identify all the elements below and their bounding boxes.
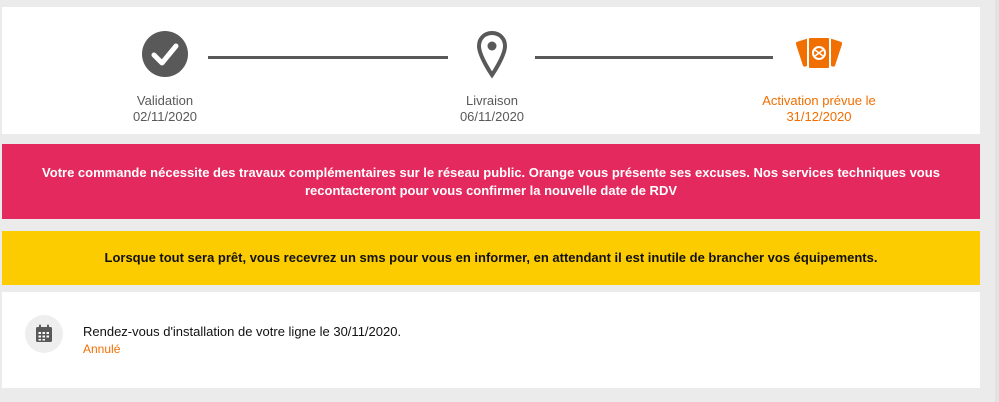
info-alert-banner: Lorsque tout sera prêt, vous recevrez un…	[2, 231, 980, 285]
step-date: 31/12/2020	[786, 109, 852, 124]
step-label: Activation prévue le	[762, 93, 876, 108]
calendar-icon	[25, 315, 63, 353]
appointment-status: Annulé	[83, 342, 121, 356]
appointment-text: Rendez-vous d'installation de votre lign…	[83, 324, 402, 339]
tracker-connector-2	[535, 56, 773, 59]
delay-alert-text: Votre commande nécessite des travaux com…	[42, 164, 940, 198]
step-label: Livraison	[465, 93, 519, 108]
order-tracker: Validation 02/11/2020 Livraison 06/11/20…	[2, 7, 980, 134]
step-date: 02/11/2020	[132, 109, 198, 124]
step-label: Validation	[136, 93, 194, 108]
check-circle-icon	[142, 31, 188, 80]
step-date: 06/11/2020	[459, 109, 525, 124]
map-pin-icon	[476, 30, 508, 82]
activation-cards-icon	[795, 31, 843, 78]
delay-alert-banner: Votre commande nécessite des travaux com…	[2, 144, 980, 219]
info-alert-text: Lorsque tout sera prêt, vous recevrez un…	[104, 250, 878, 265]
scrollbar-track[interactable]	[995, 0, 999, 402]
appointment-card: Rendez-vous d'installation de votre lign…	[2, 292, 980, 388]
tracker-connector-1	[208, 56, 448, 59]
